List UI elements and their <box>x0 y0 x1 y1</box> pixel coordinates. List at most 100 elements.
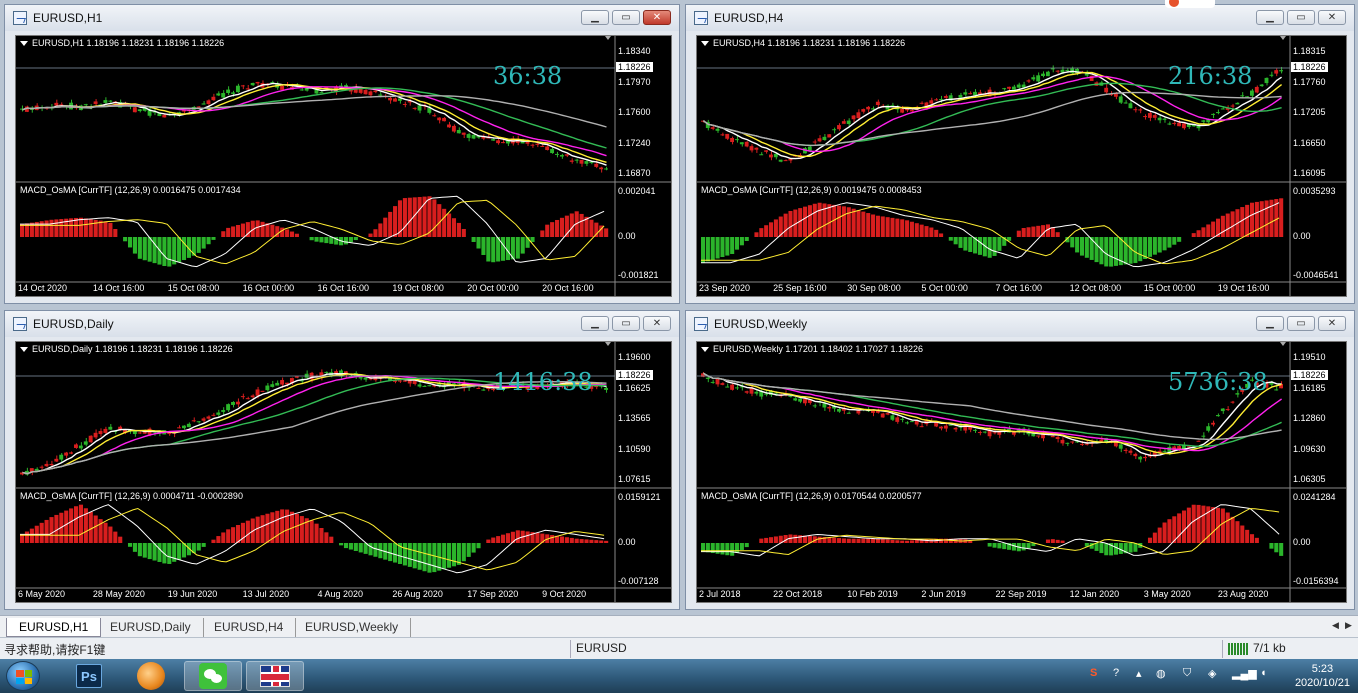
taskbar-metatrader[interactable] <box>122 661 180 691</box>
candle-body <box>108 426 113 430</box>
price-axis-label: 1.06305 <box>1293 474 1326 484</box>
macd-axis-label: -0.001821 <box>618 270 659 280</box>
candle-body <box>201 103 206 105</box>
close-button[interactable]: ✕ <box>1318 10 1346 25</box>
time-axis-label: 14 Oct 16:00 <box>92 283 145 293</box>
security-tray-icon[interactable]: ⛉ <box>1183 667 1191 680</box>
wechat-icon <box>199 663 227 689</box>
macd-histogram-bar <box>909 540 914 543</box>
candle-body <box>725 133 730 139</box>
dropdown-triangle-icon[interactable] <box>20 41 28 46</box>
candle-body <box>260 390 265 392</box>
candle-body <box>250 82 255 86</box>
tab-eurusd-h1[interactable]: EURUSD,H1 <box>6 618 102 637</box>
tab-scroll-left-icon[interactable]: ◀ <box>1332 620 1339 631</box>
start-button[interactable] <box>6 661 40 691</box>
macd-histogram-bar <box>977 237 982 255</box>
candle-body <box>783 160 788 162</box>
time-axis-label: 15 Oct 00:00 <box>1143 283 1196 293</box>
candle-body <box>235 401 240 405</box>
macd-histogram-bar <box>1002 543 1007 550</box>
taskbar-photoshop[interactable]: Ps <box>60 661 118 691</box>
macd-histogram-bar <box>486 237 491 262</box>
price-axis-label: 1.10590 <box>618 443 651 454</box>
chart-window-h1[interactable]: EURUSD,H1 ▁ ▭ ✕ EURUSD,H1 1.18196 1.1823… <box>4 4 680 304</box>
macd-histogram-bar <box>1055 232 1060 237</box>
candle-body <box>216 412 221 415</box>
macd-histogram-bar <box>1084 237 1089 258</box>
taskbar-wechat[interactable] <box>184 661 242 691</box>
wechat-tray-icon[interactable]: ◍ <box>1156 667 1166 680</box>
network-icon[interactable]: ▂▄▆ <box>1232 667 1257 680</box>
minimize-button[interactable]: ▁ <box>1256 316 1284 331</box>
macd-histogram-bar <box>846 207 851 237</box>
candle-body <box>221 410 226 412</box>
dropdown-triangle-icon[interactable] <box>701 41 709 46</box>
candle-body <box>39 466 44 468</box>
shield-tray-icon[interactable]: ◈ <box>1208 667 1216 680</box>
candle-body <box>1162 118 1167 120</box>
close-button[interactable]: ✕ <box>643 316 671 331</box>
candle-body <box>880 413 885 418</box>
ime-toolbar[interactable] <box>1165 0 1215 8</box>
macd-histogram-bar <box>289 231 295 237</box>
chart-area[interactable]: EURUSD,Weekly 1.17201 1.18402 1.17027 1.… <box>696 341 1347 603</box>
close-button[interactable]: ✕ <box>1318 316 1346 331</box>
candle-body <box>846 120 851 124</box>
taskbar-forex-app[interactable] <box>246 661 304 691</box>
macd-histogram-bar <box>968 540 973 543</box>
minimize-button[interactable]: ▁ <box>581 316 609 331</box>
dropdown-triangle-icon[interactable] <box>20 347 28 352</box>
macd-axis-label: 0.00 <box>1293 537 1311 547</box>
candle-body <box>1220 108 1225 110</box>
ohlc-readout: EURUSD,H1 1.18196 1.18231 1.18196 1.1822… <box>20 38 224 48</box>
macd-histogram-bar <box>442 208 447 237</box>
macd-histogram-bar <box>402 198 407 237</box>
candle-body <box>442 117 447 122</box>
candle-body <box>378 94 383 96</box>
macd-histogram-bar <box>1264 200 1269 237</box>
macd-histogram-bar <box>841 538 846 543</box>
tab-eurusd-h4[interactable]: EURUSD,H4 <box>202 618 297 637</box>
macd-histogram-bar <box>1133 237 1138 263</box>
macd-histogram-bar <box>559 217 565 237</box>
chart-area[interactable]: EURUSD,H1 1.18196 1.18231 1.18196 1.1822… <box>15 35 672 297</box>
maximize-button[interactable]: ▭ <box>612 316 640 331</box>
minimize-button[interactable]: ▁ <box>581 10 609 25</box>
sogou-tray-icon[interactable]: S <box>1090 667 1097 679</box>
tab-scroll-right-icon[interactable]: ▶ <box>1345 620 1352 631</box>
tab-eurusd-weekly[interactable]: EURUSD,Weekly <box>293 618 412 637</box>
maximize-button[interactable]: ▭ <box>1287 316 1315 331</box>
chart-window-daily[interactable]: EURUSD,Daily ▁ ▭ ✕ EURUSD,Daily 1.18196 … <box>4 310 680 610</box>
chart-window-h4[interactable]: EURUSD,H4 ▁ ▭ ✕ EURUSD,H4 1.18196 1.1823… <box>685 4 1355 304</box>
maximize-button[interactable]: ▭ <box>1287 10 1315 25</box>
chart-window-weekly[interactable]: EURUSD,Weekly ▁ ▭ ✕ EURUSD,Weekly 1.1720… <box>685 310 1355 610</box>
window-titlebar[interactable]: EURUSD,Daily ▁ ▭ ✕ <box>5 311 679 337</box>
dropdown-triangle-icon[interactable] <box>701 347 709 352</box>
candle-body <box>973 429 977 431</box>
macd-histogram-bar <box>476 237 481 249</box>
candle-body <box>397 380 402 382</box>
status-traffic: 7/1 kb <box>1253 641 1286 655</box>
chart-area[interactable]: EURUSD,Daily 1.18196 1.18231 1.18196 1.1… <box>15 341 672 603</box>
macd-histogram-bar <box>1031 226 1036 237</box>
show-hidden-icons-icon[interactable]: ▴ <box>1136 667 1142 680</box>
maximize-button[interactable]: ▭ <box>612 10 640 25</box>
minimize-button[interactable]: ▁ <box>1256 10 1284 25</box>
close-button[interactable]: ✕ <box>643 10 671 25</box>
candle-body <box>545 146 550 151</box>
macd-histogram-bar <box>368 543 373 556</box>
window-titlebar[interactable]: EURUSD,Weekly ▁ ▭ ✕ <box>686 311 1354 337</box>
candle-body <box>574 159 579 161</box>
system-clock[interactable]: 5:23 2020/10/21 <box>1295 662 1350 690</box>
chart-area[interactable]: EURUSD,H4 1.18196 1.18231 1.18196 1.1822… <box>696 35 1347 297</box>
help-tray-icon[interactable]: ? <box>1113 667 1119 679</box>
candle-body <box>1055 436 1060 440</box>
volume-icon[interactable]: ◖ <box>1260 667 1267 679</box>
tab-eurusd-daily[interactable]: EURUSD,Daily <box>98 618 204 637</box>
window-titlebar[interactable]: EURUSD,H4 ▁ ▭ ✕ <box>686 5 1354 31</box>
candle-timer: 1416:38 <box>493 368 593 396</box>
candle-body <box>481 389 486 391</box>
window-titlebar[interactable]: EURUSD,H1 ▁ ▭ ✕ <box>5 5 679 31</box>
macd-histogram-bar <box>515 530 520 543</box>
